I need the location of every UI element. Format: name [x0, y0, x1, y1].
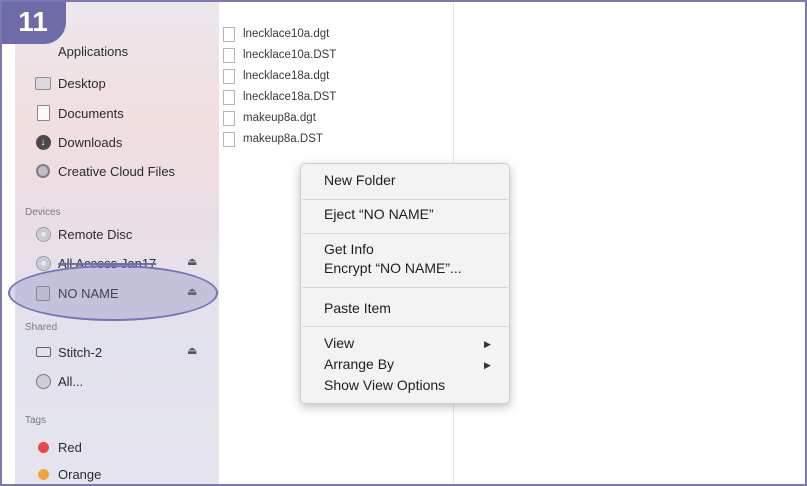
documents-icon: [35, 105, 51, 121]
sidebar-item-label: Stitch-2: [58, 344, 103, 360]
file-name: lnecklace18a.DST: [243, 91, 337, 103]
file-row[interactable]: makeup8a.dgt: [223, 110, 316, 126]
sidebar-item-label: Red: [58, 439, 82, 455]
eject-icon[interactable]: ⏏: [187, 256, 197, 268]
orange-tag-icon: [35, 466, 51, 482]
menu-item-view[interactable]: View: [324, 335, 354, 351]
file-icon: [223, 131, 235, 147]
creative-cloud-icon: [35, 163, 51, 179]
file-icon: [223, 68, 235, 84]
finder-window: Applications Desktop Documents ↓ Downloa…: [0, 0, 807, 486]
submenu-arrow-icon: ▶: [484, 339, 491, 349]
sidebar-item-label: Remote Disc: [58, 226, 133, 242]
sidebar-item-stitch-2[interactable]: Stitch-2 ⏏: [15, 341, 219, 363]
menu-item-show-view-options[interactable]: Show View Options: [324, 377, 445, 393]
file-row[interactable]: makeup8a.DST: [223, 131, 323, 147]
applications-icon: [35, 43, 51, 59]
highlight-oval: [8, 265, 218, 321]
sidebar-item-label: Desktop: [58, 75, 106, 91]
file-icon: [223, 47, 235, 63]
disc-icon: [35, 255, 51, 271]
downloads-icon: ↓: [35, 134, 51, 150]
sidebar-section-tags: Tags: [25, 415, 47, 426]
file-row[interactable]: lnecklace18a.DST: [223, 89, 336, 105]
menu-separator: [302, 233, 508, 234]
menu-item-encrypt[interactable]: Encrypt “NO NAME”...: [324, 260, 462, 276]
file-name: lnecklace18a.dgt: [243, 70, 330, 82]
eject-icon[interactable]: ⏏: [187, 345, 197, 357]
sidebar-item-label: Applications: [58, 43, 129, 59]
menu-item-get-info[interactable]: Get Info: [324, 241, 374, 257]
menu-item-paste-item[interactable]: Paste Item: [324, 300, 391, 316]
red-tag-icon: [35, 439, 51, 455]
menu-item-arrange-by[interactable]: Arrange By: [324, 356, 394, 372]
menu-item-eject[interactable]: Eject “NO NAME”: [324, 206, 434, 222]
file-name: lnecklace10a.DST: [243, 49, 337, 61]
file-name: lnecklace10a.dgt: [243, 28, 330, 40]
disc-icon: [35, 226, 51, 242]
file-name: makeup8a.DST: [243, 133, 323, 145]
file-icon: [223, 26, 235, 42]
network-icon: [35, 373, 51, 389]
menu-item-new-folder[interactable]: New Folder: [324, 172, 396, 188]
sidebar-item-documents[interactable]: Documents: [15, 102, 219, 124]
sidebar-item-label: Downloads: [58, 134, 123, 150]
sidebar-item-creative-cloud-files[interactable]: Creative Cloud Files: [15, 160, 219, 182]
file-row[interactable]: lnecklace18a.dgt: [223, 68, 329, 84]
sidebar-item-desktop[interactable]: Desktop: [15, 72, 219, 94]
file-row[interactable]: lnecklace10a.dgt: [223, 26, 329, 42]
sidebar-item-label: Creative Cloud Files: [58, 163, 176, 179]
file-icon: [223, 110, 235, 126]
file-row[interactable]: lnecklace10a.DST: [223, 47, 336, 63]
submenu-arrow-icon: ▶: [484, 360, 491, 370]
sidebar-item-label: All...: [58, 373, 84, 389]
step-number-badge: 11: [0, 0, 66, 44]
computer-icon: [35, 344, 51, 360]
menu-separator: [302, 287, 508, 288]
menu-separator: [302, 326, 508, 327]
sidebar-section-shared: Shared: [25, 322, 58, 333]
sidebar-item-downloads[interactable]: ↓ Downloads: [15, 131, 219, 153]
context-menu: New Folder Eject “NO NAME” Get Info Encr…: [300, 163, 510, 404]
sidebar-item-label: Orange: [58, 466, 102, 482]
sidebar-item-tag-orange[interactable]: Orange: [15, 463, 219, 485]
sidebar-item-all-shared[interactable]: All...: [15, 370, 219, 392]
menu-separator: [302, 199, 508, 200]
sidebar-item-label: Documents: [58, 105, 124, 121]
sidebar-section-devices: Devices: [25, 207, 61, 218]
desktop-icon: [35, 75, 51, 91]
file-icon: [223, 89, 235, 105]
sidebar-item-remote-disc[interactable]: Remote Disc: [15, 223, 219, 245]
finder-sidebar: Applications Desktop Documents ↓ Downloa…: [15, 0, 219, 486]
file-name: makeup8a.dgt: [243, 112, 316, 124]
sidebar-item-tag-red[interactable]: Red: [15, 436, 219, 458]
